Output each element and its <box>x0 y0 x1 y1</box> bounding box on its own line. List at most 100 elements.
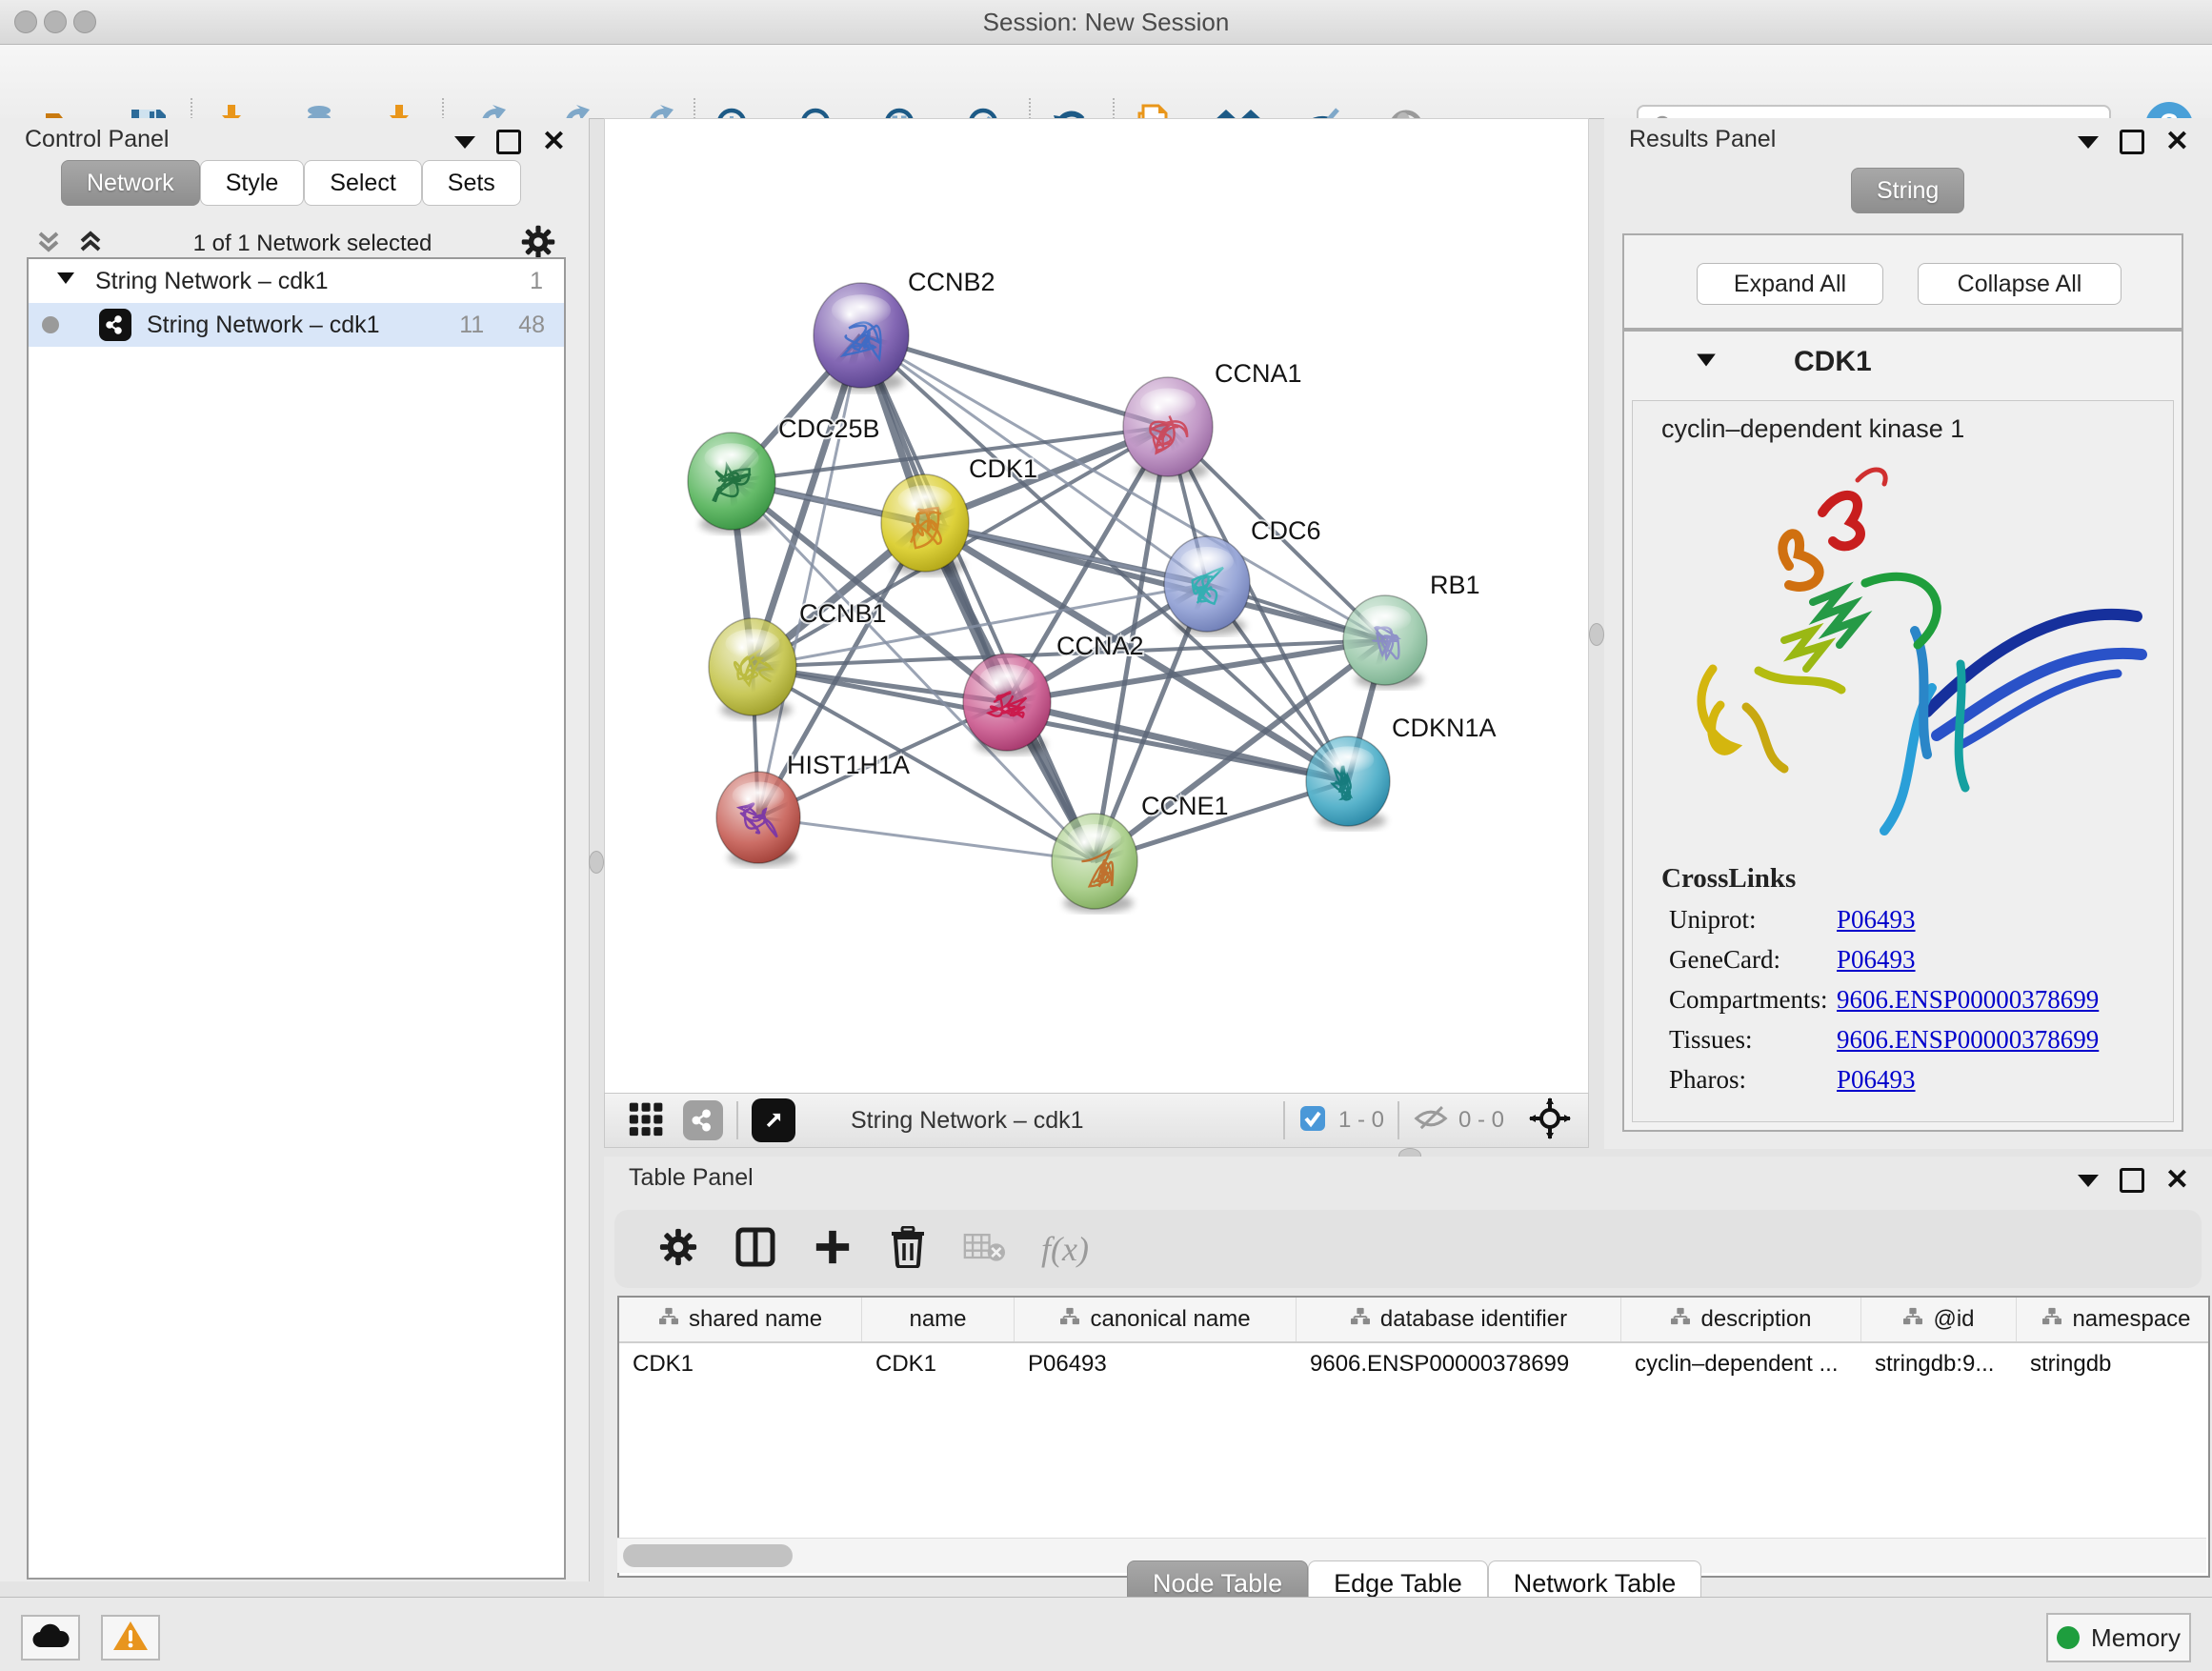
cloud-icon <box>31 1622 70 1654</box>
tab-network[interactable]: Network <box>61 160 200 206</box>
network-share-icon[interactable] <box>683 1100 723 1140</box>
memory-status-dot <box>2057 1626 2080 1649</box>
network-nodes: CCNB2 CCNA1 CDC25B CDK1 CDC6 R <box>688 268 1497 913</box>
crosslink-value-link[interactable]: P06493 <box>1837 1065 1916 1095</box>
crosslink-value-link[interactable]: P06493 <box>1837 945 1916 975</box>
right-splitter-handle[interactable] <box>1589 623 1604 646</box>
cloud-button[interactable] <box>21 1615 80 1661</box>
grid-view-icon[interactable] <box>628 1099 666 1142</box>
tab-string[interactable]: String <box>1851 168 1964 213</box>
function-builder-icon: f(x) <box>1041 1229 1089 1269</box>
crosslink-label: GeneCard: <box>1669 945 1837 975</box>
table-options-gear-icon[interactable] <box>658 1227 698 1272</box>
cell-namespace[interactable]: stringdb <box>2017 1343 2210 1385</box>
node-label-CCNB1: CCNB1 <box>799 599 887 628</box>
cell-description[interactable]: cyclin–dependent ... <box>1621 1343 1861 1385</box>
node-label-HIST1H1A: HIST1H1A <box>787 751 910 779</box>
column-header-canonical-name[interactable]: canonical name <box>1015 1298 1297 1341</box>
delete-column-trash-icon[interactable] <box>889 1226 927 1273</box>
fit-content-crosshair-icon[interactable] <box>1529 1097 1571 1144</box>
expand-all-button[interactable]: Expand All <box>1697 263 1883 305</box>
window-title: Session: New Session <box>0 0 2212 44</box>
cell-@id[interactable]: stringdb:9... <box>1861 1343 2017 1385</box>
results-panel-minimize-icon[interactable] <box>2078 136 2099 149</box>
control-panel-close-icon[interactable]: ✕ <box>542 132 566 151</box>
network-collection-row[interactable]: String Network – cdk1 1 <box>29 259 564 303</box>
table-hscrollbar-thumb[interactable] <box>623 1544 793 1567</box>
results-panel: Results Panel ✕ String Expand All Collap… <box>1604 118 2212 1149</box>
node-table[interactable]: shared namenamecanonical namedatabase id… <box>617 1296 2210 1578</box>
cell-database-identifier[interactable]: 9606.ENSP00000378699 <box>1297 1343 1621 1385</box>
table-panel-minimize-icon[interactable] <box>2078 1175 2099 1187</box>
node-CDKN1A[interactable]: CDKN1A <box>1306 714 1497 830</box>
node-CCNE1[interactable]: CCNE1 <box>1052 792 1229 913</box>
node-count: 11 <box>459 312 484 339</box>
tab-style[interactable]: Style <box>200 160 305 206</box>
selected-checkbox-icon[interactable] <box>1298 1104 1327 1137</box>
show-columns-icon[interactable] <box>734 1226 776 1273</box>
edge-CCNB2-CCNE1[interactable] <box>861 335 1095 861</box>
tab-select[interactable]: Select <box>304 160 421 206</box>
column-header-name[interactable]: name <box>862 1298 1015 1341</box>
delete-table-icon <box>963 1231 1005 1268</box>
node-HIST1H1A[interactable]: HIST1H1A <box>716 751 910 867</box>
control-panel-minimize-icon[interactable] <box>454 136 475 149</box>
collapse-all-icon[interactable] <box>34 228 63 261</box>
node-CCNA1[interactable]: CCNA1 <box>1123 359 1302 480</box>
column-header-namespace[interactable]: namespace <box>2017 1298 2210 1341</box>
tab-sets[interactable]: Sets <box>422 160 521 206</box>
application-window: Session: New Session ? Control Panel ✕ N… <box>0 0 2212 1671</box>
network-view-toolbar: String Network – cdk1 1 - 0 0 - 0 <box>604 1093 1589 1148</box>
column-header-description[interactable]: description <box>1621 1298 1861 1341</box>
hidden-eye-icon[interactable] <box>1413 1102 1449 1139</box>
table-panel-close-icon[interactable]: ✕ <box>2165 1171 2189 1190</box>
crosslink-label: Uniprot: <box>1669 905 1837 935</box>
column-header-shared-name[interactable]: shared name <box>619 1298 862 1341</box>
section-expander-icon[interactable] <box>1695 349 1718 376</box>
hierarchy-icon <box>658 1306 679 1333</box>
network-row-selected[interactable]: String Network – cdk1 11 48 <box>29 303 564 347</box>
node-label-CCNA2: CCNA2 <box>1056 632 1144 660</box>
node-label-CDC25B: CDC25B <box>778 414 880 443</box>
crosslink-label: Pharos: <box>1669 1065 1837 1095</box>
crosslink-value-link[interactable]: 9606.ENSP00000378699 <box>1837 1025 2099 1055</box>
results-panel-close-icon[interactable]: ✕ <box>2165 132 2189 151</box>
table-toolbar: f(x) <box>614 1210 2202 1288</box>
collection-count: 1 <box>530 268 543 295</box>
network-tree: String Network – cdk1 1 String Network –… <box>27 257 566 1580</box>
network-view-title: String Network – cdk1 <box>851 1107 1084 1135</box>
column-header-@id[interactable]: @id <box>1861 1298 2017 1341</box>
collection-name: String Network – cdk1 <box>95 268 329 295</box>
crosslink-value-link[interactable]: P06493 <box>1837 905 1916 935</box>
left-splitter-handle[interactable] <box>589 851 604 874</box>
tree-expander-icon[interactable] <box>55 268 76 295</box>
selected-counts: 1 - 0 <box>1338 1107 1384 1134</box>
collapse-all-button[interactable]: Collapse All <box>1918 263 2122 305</box>
node-section-header[interactable]: CDK1 <box>1624 332 2182 393</box>
expand-all-icon[interactable] <box>76 228 105 261</box>
crosslink-value-link[interactable]: 9606.ENSP00000378699 <box>1837 985 2099 1015</box>
status-bar: Memory <box>0 1597 2212 1671</box>
control-panel-float-icon[interactable] <box>496 130 521 154</box>
network-canvas[interactable]: CCNB2 CCNA1 CDC25B CDK1 CDC6 R <box>604 118 1589 1095</box>
edge-CCNE1-HIST1H1A[interactable] <box>758 817 1095 861</box>
table-row[interactable]: CDK1CDK1P064939606.ENSP00000378699cyclin… <box>619 1343 2208 1385</box>
crosslink-row: Compartments: 9606.ENSP00000378699 <box>1669 985 2173 1015</box>
cell-name[interactable]: CDK1 <box>862 1343 1015 1385</box>
cell-canonical-name[interactable]: P06493 <box>1015 1343 1297 1385</box>
node-RB1[interactable]: RB1 <box>1343 571 1480 689</box>
warnings-button[interactable] <box>101 1615 160 1661</box>
create-column-plus-icon[interactable] <box>813 1227 853 1272</box>
hierarchy-icon <box>1350 1306 1371 1333</box>
main-toolbar: ? <box>0 45 2212 119</box>
table-panel-float-icon[interactable] <box>2120 1168 2144 1193</box>
open-in-new-window-icon[interactable] <box>752 1098 795 1142</box>
column-header-database-identifier[interactable]: database identifier <box>1297 1298 1621 1341</box>
hierarchy-icon <box>2041 1306 2062 1333</box>
results-panel-float-icon[interactable] <box>2120 130 2144 154</box>
table-panel-title: Table Panel <box>629 1164 754 1192</box>
memory-button[interactable]: Memory <box>2046 1613 2191 1662</box>
cell-shared-name[interactable]: CDK1 <box>619 1343 862 1385</box>
results-buttons-box: Expand All Collapse All <box>1622 233 2183 330</box>
table-header-row: shared namenamecanonical namedatabase id… <box>619 1298 2208 1343</box>
